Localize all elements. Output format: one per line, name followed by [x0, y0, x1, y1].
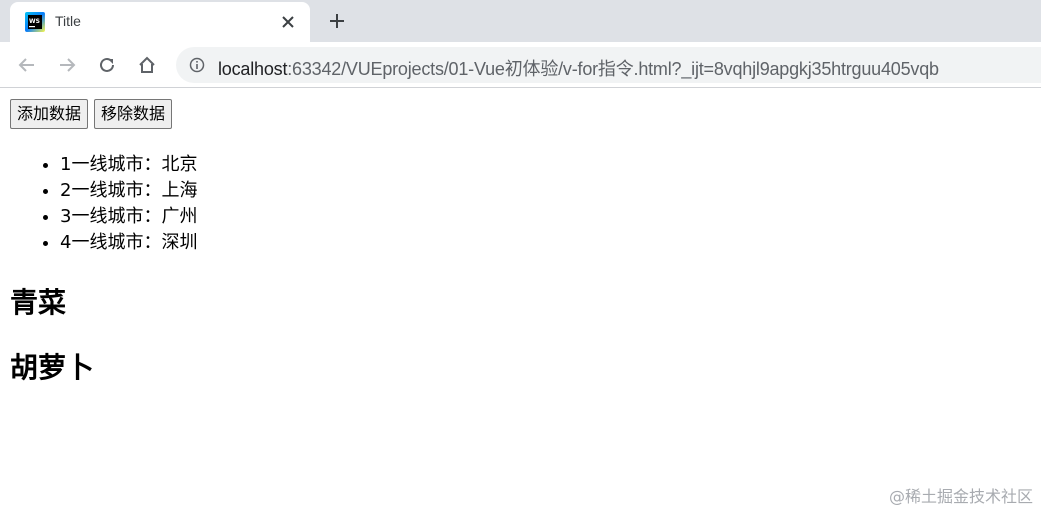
browser-tab[interactable]: WS Title: [10, 2, 310, 42]
reload-icon[interactable]: [95, 53, 119, 77]
heading-vegetable-1: 青菜: [10, 286, 67, 319]
site-info-icon[interactable]: [189, 57, 205, 73]
forward-arrow-icon[interactable]: [55, 53, 79, 77]
tab-title: Title: [55, 13, 81, 29]
button-row: 添加数据 移除数据: [10, 99, 173, 129]
url-text[interactable]: localhost:63342/VUEprojects/01-Vue初体验/v-…: [218, 55, 939, 81]
svg-text:WS: WS: [29, 18, 40, 25]
list-item: 1一线城市：北京: [60, 152, 197, 178]
url-path: :63342/VUEprojects/01-Vue初体验/v-for指令.htm…: [287, 59, 939, 79]
heading-vegetable-2: 胡萝卜: [10, 351, 95, 384]
browser-toolbar: localhost:63342/VUEprojects/01-Vue初体验/v-…: [0, 42, 1041, 88]
list-item: 2一线城市：上海: [60, 178, 197, 204]
add-data-button[interactable]: 添加数据: [10, 99, 89, 129]
remove-data-button[interactable]: 移除数据: [94, 99, 173, 129]
city-list: 1一线城市：北京 2一线城市：上海 3一线城市：广州 4一线城市：深圳: [60, 152, 197, 256]
page-content: 添加数据 移除数据 1一线城市：北京 2一线城市：上海 3一线城市：广州 4一线…: [0, 89, 1041, 513]
url-host: localhost: [218, 59, 288, 79]
list-item: 3一线城市：广州: [60, 204, 197, 230]
tab-strip: WS Title: [0, 0, 1041, 42]
new-tab-plus-icon[interactable]: [326, 10, 348, 32]
list-item: 4一线城市：深圳: [60, 230, 197, 256]
webstorm-favicon-icon: WS: [24, 11, 46, 33]
back-arrow-icon[interactable]: [15, 53, 39, 77]
home-icon[interactable]: [135, 53, 159, 77]
watermark: @稀土掘金技术社区: [888, 487, 1033, 506]
tab-close-icon[interactable]: [278, 12, 298, 32]
address-bar[interactable]: localhost:63342/VUEprojects/01-Vue初体验/v-…: [176, 47, 1041, 83]
